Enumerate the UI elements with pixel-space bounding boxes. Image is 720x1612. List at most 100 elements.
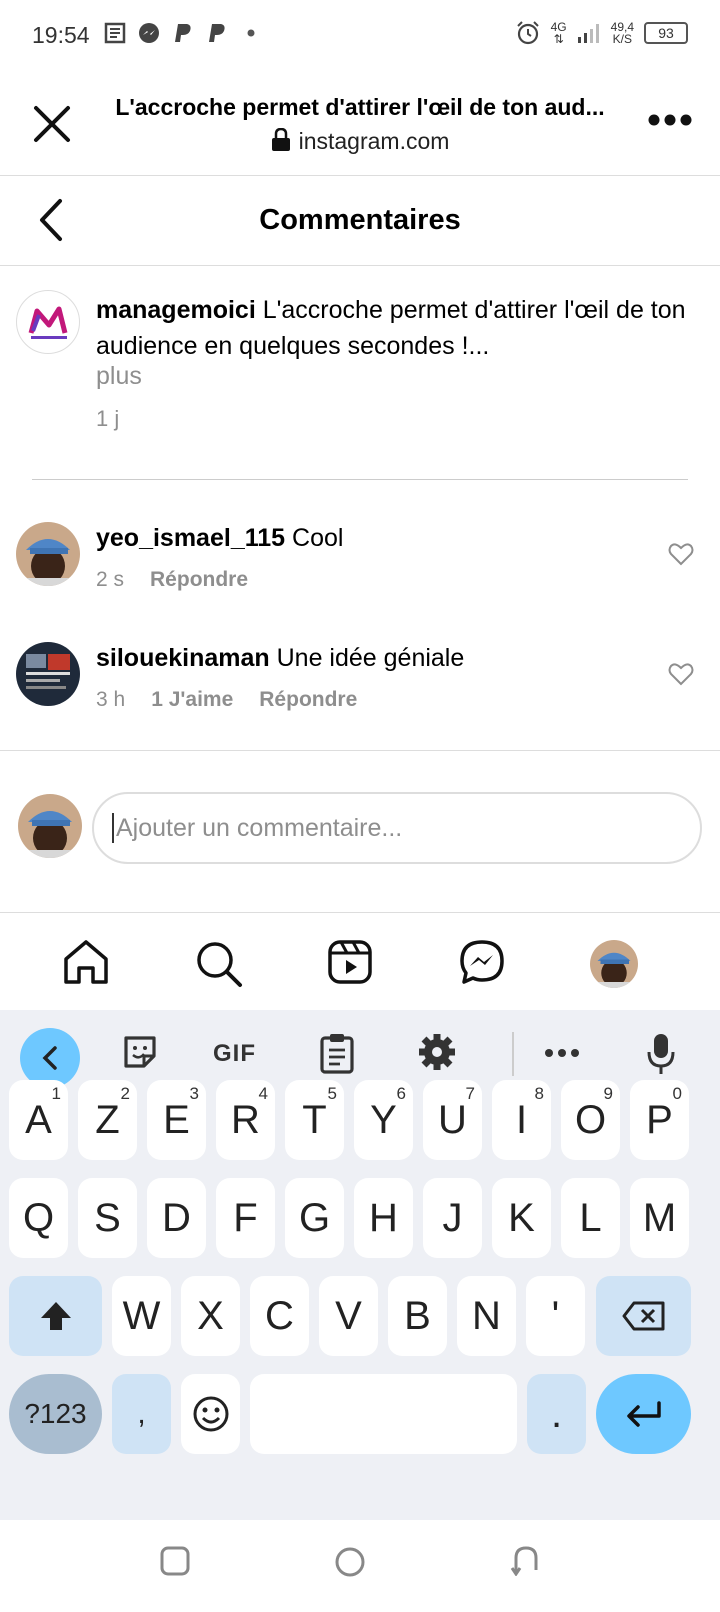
space-key[interactable]	[250, 1374, 517, 1454]
profile-avatar-image	[590, 940, 638, 988]
key-t[interactable]: T5	[285, 1080, 344, 1160]
lock-icon	[271, 128, 290, 151]
key-u[interactable]: U7	[423, 1080, 482, 1160]
close-icon[interactable]	[30, 102, 74, 146]
microphone-icon[interactable]	[646, 1032, 676, 1076]
key-k[interactable]: K	[492, 1178, 551, 1258]
paypal-icon	[175, 24, 191, 42]
reels-icon[interactable]	[327, 939, 373, 985]
more-link[interactable]: plus	[96, 362, 142, 391]
key-h[interactable]: H	[354, 1178, 413, 1258]
more-tools-icon[interactable]	[544, 1048, 580, 1058]
period-key[interactable]: .	[527, 1374, 586, 1454]
key-apostrophe[interactable]: '	[526, 1276, 585, 1356]
clipboard-icon[interactable]	[318, 1032, 356, 1074]
caption-time: 1 j	[96, 406, 120, 431]
backspace-key[interactable]	[596, 1276, 691, 1356]
more-options-icon[interactable]	[648, 112, 692, 128]
comment-username[interactable]: silouekinaman	[96, 644, 270, 672]
key-v[interactable]: V	[319, 1276, 378, 1356]
key-y[interactable]: Y6	[354, 1080, 413, 1160]
system-navigation-bar	[0, 1520, 720, 1612]
news-icon	[104, 22, 126, 44]
key-w[interactable]: W	[112, 1276, 171, 1356]
key-o[interactable]: O9	[561, 1080, 620, 1160]
comments-header: Commentaires	[0, 176, 720, 266]
comment-time: 2 s	[96, 568, 125, 591]
comment-input[interactable]: Ajouter un commentaire...	[92, 792, 702, 864]
keyboard: GIF A1 Z2 E3 R4 T5 Y6 U7 I8 O9 P0 Q S D …	[0, 1010, 720, 1520]
key-a[interactable]: A1	[9, 1080, 68, 1160]
key-hint: 6	[396, 1084, 406, 1103]
battery-indicator: 93	[644, 22, 688, 44]
key-hint: 1	[51, 1084, 61, 1103]
enter-key[interactable]	[596, 1374, 691, 1454]
key-label: O	[574, 1097, 607, 1142]
search-icon[interactable]	[194, 939, 244, 989]
key-n[interactable]: N	[457, 1276, 516, 1356]
key-e[interactable]: E3	[147, 1080, 206, 1160]
sticker-icon[interactable]	[120, 1032, 160, 1072]
key-z[interactable]: Z2	[78, 1080, 137, 1160]
reply-button[interactable]: Répondre	[150, 568, 248, 592]
user-avatar[interactable]	[16, 522, 80, 586]
key-hint: 7	[465, 1084, 475, 1103]
keyboard-collapse-button[interactable]	[20, 1028, 80, 1088]
key-c[interactable]: C	[250, 1276, 309, 1356]
home-button-icon[interactable]	[334, 1546, 366, 1578]
emoji-key[interactable]	[181, 1374, 240, 1454]
comment-username[interactable]: yeo_ismael_115	[96, 524, 285, 552]
key-s[interactable]: S	[78, 1178, 137, 1258]
shift-key[interactable]	[9, 1276, 102, 1356]
key-hint: 8	[534, 1084, 544, 1103]
key-d[interactable]: D	[147, 1178, 206, 1258]
network-speed: 49,4 K/S	[611, 21, 634, 45]
comma-key[interactable]: ,	[112, 1374, 171, 1454]
user-avatar[interactable]	[16, 642, 80, 706]
comment-body: Cool	[285, 524, 344, 552]
key-r[interactable]: R4	[216, 1080, 275, 1160]
comment-text: silouekinaman Une idée géniale	[96, 644, 464, 673]
key-p[interactable]: P0	[630, 1080, 689, 1160]
shift-arrow-icon	[40, 1302, 71, 1330]
comment-text: yeo_ismael_115 Cool	[96, 524, 343, 553]
emoji-icon	[193, 1396, 228, 1432]
user-avatar-image	[16, 522, 80, 586]
key-b[interactable]: B	[388, 1276, 447, 1356]
key-l[interactable]: L	[561, 1178, 620, 1258]
status-time: 19:54	[32, 22, 90, 48]
symbols-key[interactable]: ?123	[9, 1374, 102, 1454]
key-x[interactable]: X	[181, 1276, 240, 1356]
heart-icon[interactable]	[668, 542, 694, 566]
status-bar: 19:54 4G ⇅ 49,4 K/S 93	[0, 0, 720, 72]
messenger-icon[interactable]	[459, 939, 505, 985]
key-q[interactable]: Q	[9, 1178, 68, 1258]
caption-username[interactable]: managemoici	[96, 296, 256, 324]
gif-button[interactable]: GIF	[213, 1040, 256, 1068]
url-text: instagram.com	[298, 128, 450, 154]
network-label: 4G	[550, 20, 567, 34]
managemoici-avatar[interactable]	[16, 290, 80, 354]
key-j[interactable]: J	[423, 1178, 482, 1258]
recent-apps-icon[interactable]	[160, 1546, 190, 1576]
backspace-icon	[622, 1301, 664, 1331]
likes-count[interactable]: 1 J'aime	[151, 688, 233, 712]
reply-button[interactable]: Répondre	[259, 688, 357, 712]
enter-arrow-icon	[626, 1401, 661, 1427]
caption-text: managemoici L'accroche permet d'attirer …	[96, 292, 706, 364]
key-i[interactable]: I8	[492, 1080, 551, 1160]
key-g[interactable]: G	[285, 1178, 344, 1258]
home-icon[interactable]	[62, 939, 110, 985]
key-hint: 9	[603, 1084, 613, 1103]
key-f[interactable]: F	[216, 1178, 275, 1258]
bottom-navigation	[0, 912, 720, 1012]
messenger-status-icon	[139, 23, 159, 43]
page-title: Commentaires	[259, 204, 461, 236]
profile-tab-avatar[interactable]	[590, 940, 638, 988]
key-m[interactable]: M	[630, 1178, 689, 1258]
back-button-icon[interactable]	[510, 1546, 542, 1576]
heart-icon[interactable]	[668, 662, 694, 686]
comment-item: silouekinaman Une idée géniale 3 h 1 J'a…	[16, 642, 706, 742]
settings-gear-icon[interactable]	[417, 1032, 457, 1072]
key-label: R	[231, 1097, 260, 1142]
